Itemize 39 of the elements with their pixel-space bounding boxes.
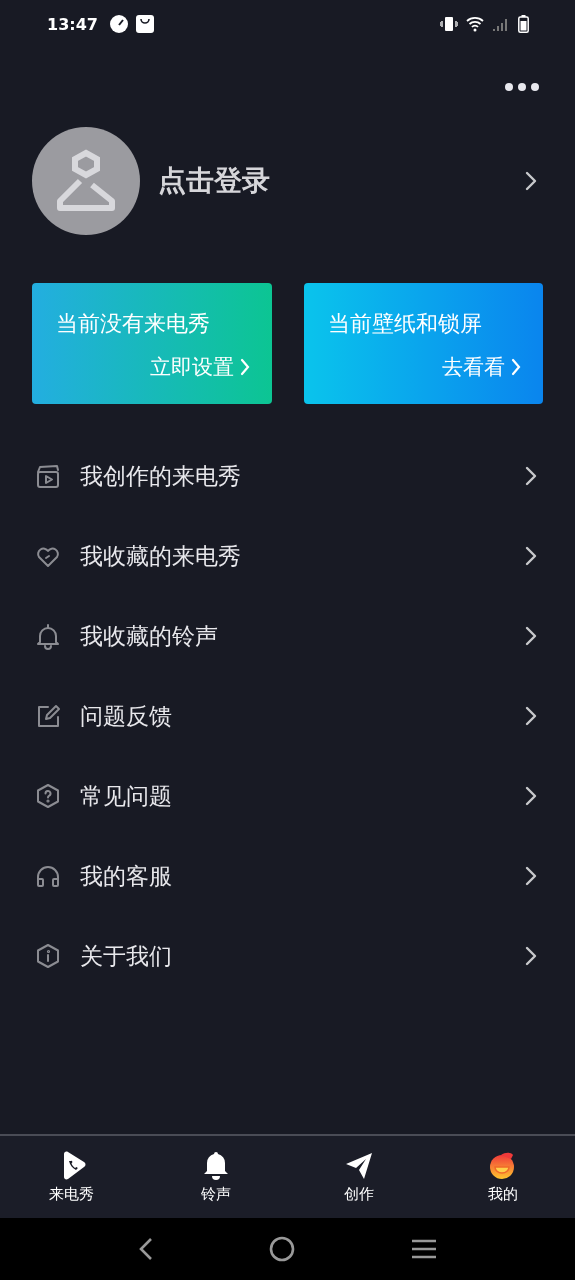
card-title: 当前壁纸和锁屏 <box>327 310 483 338</box>
shopping-bag-icon <box>135 15 154 33</box>
chevron-right-icon <box>239 358 250 376</box>
info-icon <box>34 942 62 970</box>
menu-item[interactable]: 问题反馈 <box>80 700 525 732</box>
chevron-right-icon <box>525 171 537 191</box>
nav-tab[interactable]: 来电秀 <box>0 1136 144 1218</box>
menu-item[interactable]: 我收藏的铃声 <box>80 620 525 652</box>
menu-item[interactable]: 常见问题 <box>80 780 525 812</box>
home-icon[interactable] <box>269 1236 296 1262</box>
chevron-right-icon <box>525 466 537 486</box>
menu-item[interactable]: 我的客服 <box>80 860 525 892</box>
more-icon[interactable] <box>505 83 539 91</box>
nav-tab[interactable]: 创作 <box>287 1136 432 1218</box>
chevron-right-icon <box>525 946 537 966</box>
nav-tab[interactable]: 我的 <box>431 1136 575 1218</box>
chevron-right-icon <box>525 546 537 566</box>
chevron-right-icon <box>511 358 521 376</box>
speedometer-icon <box>109 15 128 33</box>
chevron-right-icon <box>525 626 537 646</box>
login-link[interactable]: 点击登录 <box>158 162 525 200</box>
back-icon[interactable] <box>137 1237 154 1261</box>
nav-tab[interactable]: 铃声 <box>143 1136 288 1218</box>
battery-icon <box>518 15 529 33</box>
chevron-right-icon <box>525 866 537 886</box>
vibrate-icon <box>440 16 458 32</box>
menu-icon[interactable] <box>411 1238 438 1260</box>
wifi-icon <box>466 16 484 32</box>
bell-icon <box>34 622 62 650</box>
menu-item[interactable]: 我创作的来电秀 <box>80 460 525 492</box>
chevron-right-icon <box>525 786 537 806</box>
card-title: 当前没有来电秀 <box>56 310 211 338</box>
menu-item[interactable]: 关于我们 <box>80 940 525 972</box>
menu-item[interactable]: 我收藏的来电秀 <box>80 540 525 572</box>
status-time: 13:47 <box>47 14 98 34</box>
chevron-right-icon <box>525 706 537 726</box>
question-icon <box>34 782 62 810</box>
signal-icon <box>492 16 510 32</box>
clapperboard-icon <box>34 462 62 490</box>
